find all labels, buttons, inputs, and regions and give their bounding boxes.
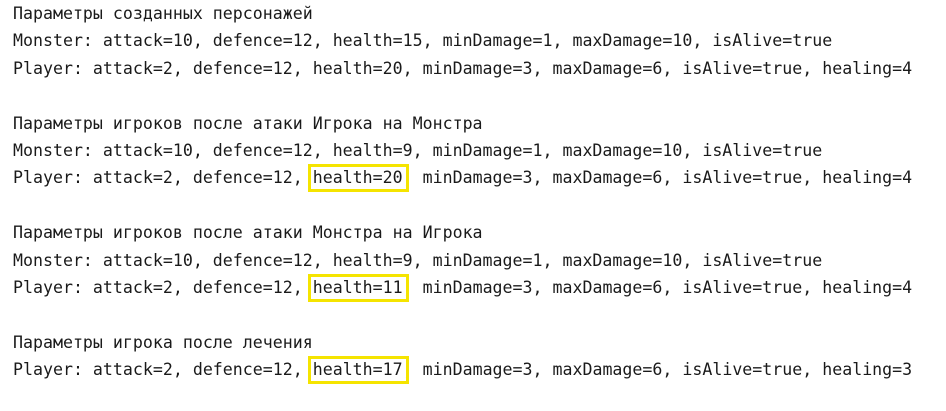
player-line: Player: attack=2, defence=12, health=11,… <box>13 274 912 301</box>
section-title-text: Параметры игрока после лечения <box>13 332 313 352</box>
section-after-player-attack: Параметры игроков после атаки Игрока на … <box>13 110 912 192</box>
line-text: Player: attack=2, defence=12, <box>13 168 313 188</box>
line-text: Player: attack=2, defence=12, health=20,… <box>13 58 913 78</box>
section-title: Параметры созданных персонажей <box>13 0 912 27</box>
player-line: Player: attack=2, defence=12, health=17,… <box>13 356 912 383</box>
section-title-text: Параметры созданных персонажей <box>13 4 313 23</box>
highlighted-health: health=17 <box>312 360 403 380</box>
line-text: , minDamage=3, maxDamage=6, isAlive=true… <box>402 360 913 380</box>
section-after-healing: Параметры игрока после лечения Player: a… <box>13 329 912 384</box>
line-text: , minDamage=3, maxDamage=6, isAlive=true… <box>402 168 913 188</box>
monster-line: Monster: attack=10, defence=12, health=9… <box>13 247 912 274</box>
section-title: Параметры игроков после атаки Игрока на … <box>13 110 912 137</box>
line-text: , minDamage=3, maxDamage=6, isAlive=true… <box>402 277 913 297</box>
line-text: Player: attack=2, defence=12, <box>13 277 313 297</box>
monster-line: Monster: attack=10, defence=12, health=1… <box>13 27 912 54</box>
section-title-text: Параметры игроков после атаки Монстра на… <box>13 223 483 243</box>
line-text: Monster: attack=10, defence=12, health=9… <box>13 140 823 160</box>
line-text: Player: attack=2, defence=12, <box>13 360 313 380</box>
section-title: Параметры игрока после лечения <box>13 329 912 356</box>
section-after-monster-attack: Параметры игроков после атаки Монстра на… <box>13 219 912 301</box>
player-line: Player: attack=2, defence=12, health=20,… <box>13 55 912 82</box>
highlighted-health: health=11 <box>312 277 403 297</box>
player-line: Player: attack=2, defence=12, health=20,… <box>13 164 912 191</box>
console-output: Параметры созданных персонажей Monster: … <box>13 0 912 411</box>
section-created: Параметры созданных персонажей Monster: … <box>13 0 912 82</box>
highlighted-health: health=20 <box>312 168 403 188</box>
monster-line: Monster: attack=10, defence=12, health=9… <box>13 137 912 164</box>
line-text: Monster: attack=10, defence=12, health=9… <box>13 250 823 270</box>
section-title: Параметры игроков после атаки Монстра на… <box>13 219 912 246</box>
section-title-text: Параметры игроков после атаки Игрока на … <box>13 113 483 133</box>
line-text: Monster: attack=10, defence=12, health=1… <box>13 31 833 51</box>
